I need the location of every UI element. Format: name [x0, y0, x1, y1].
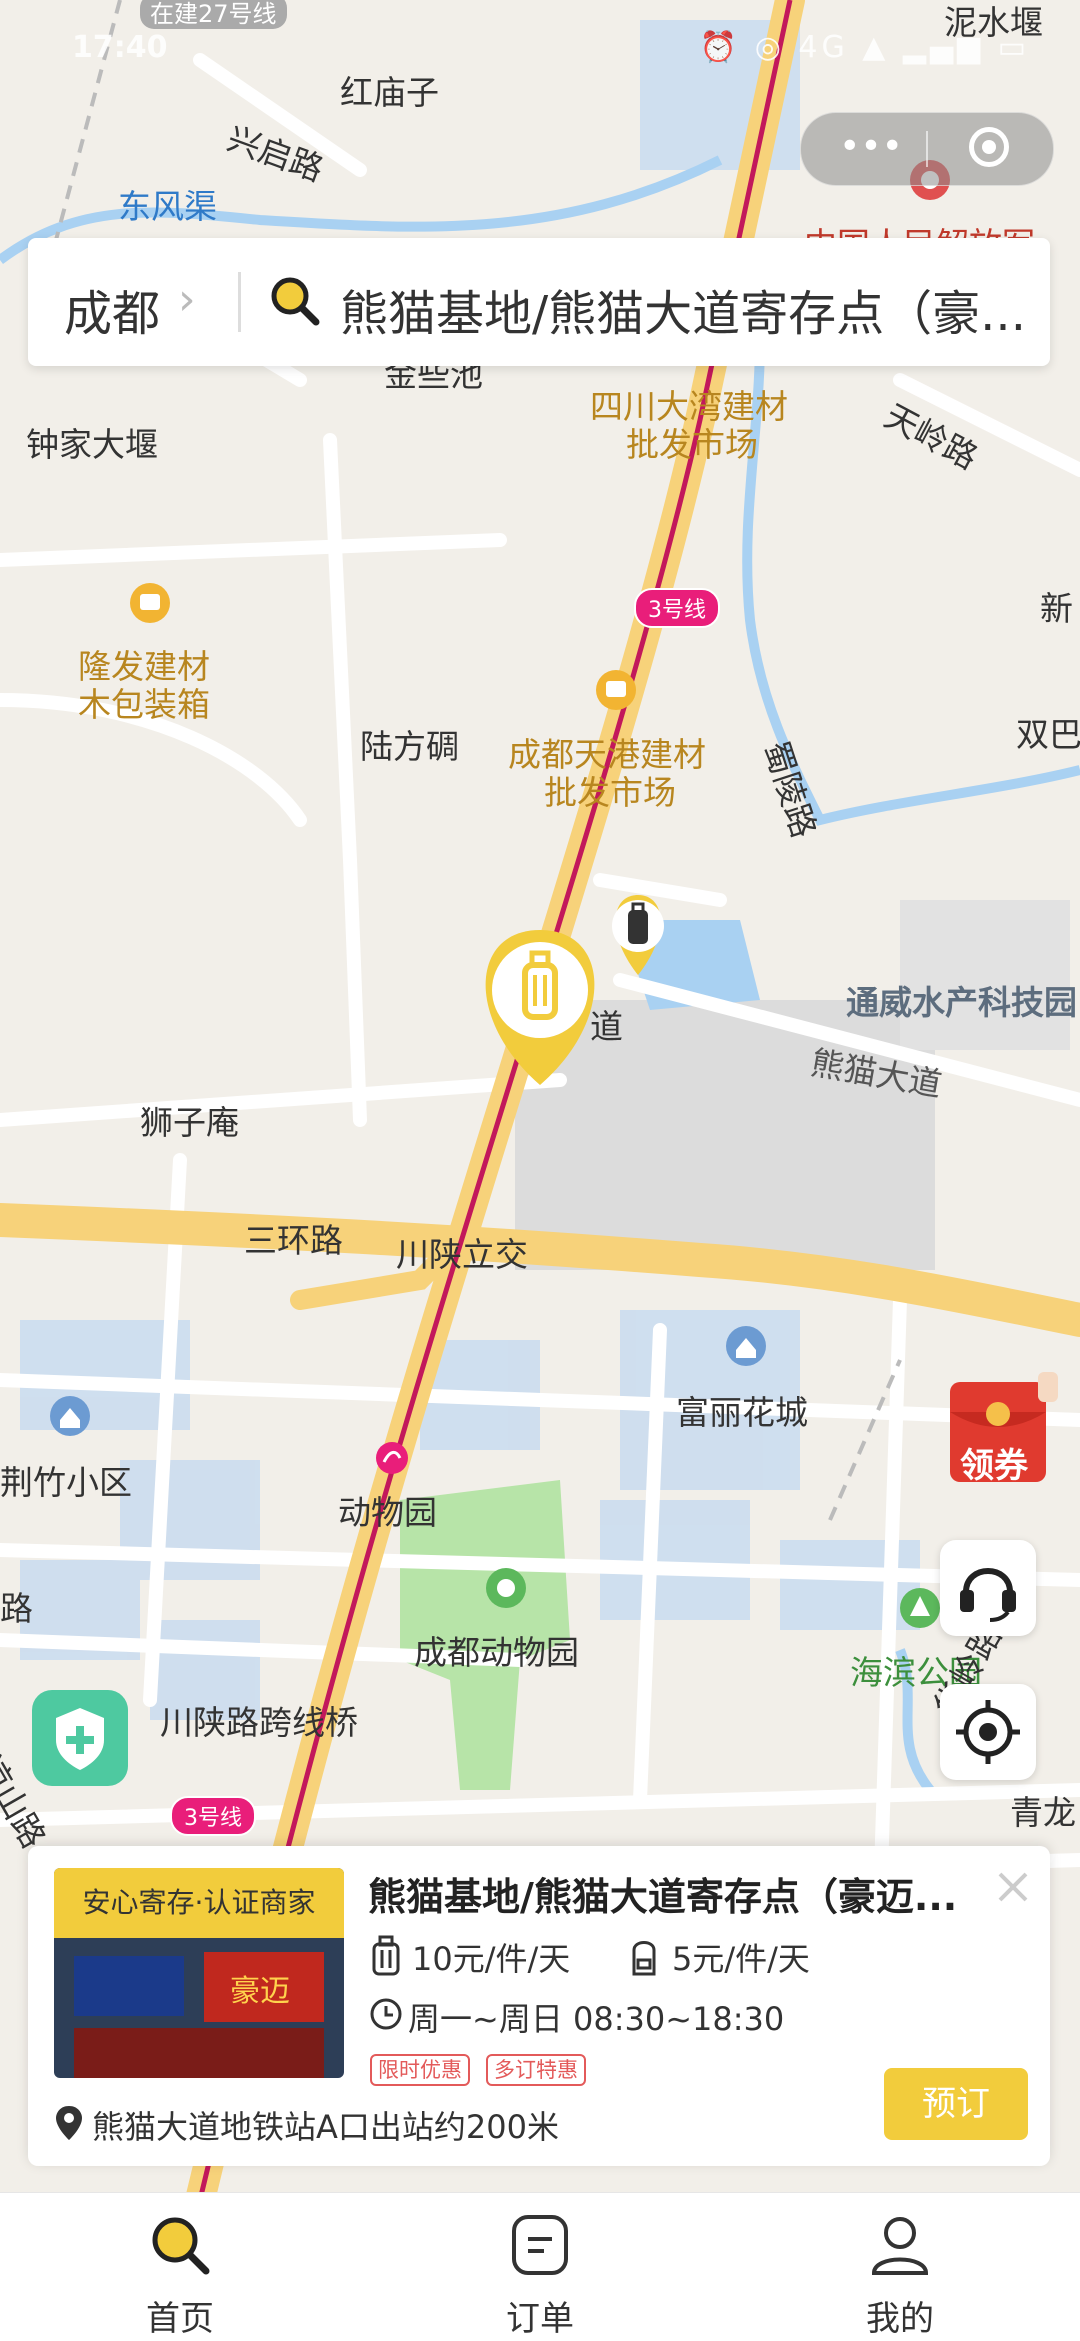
- map-label-fuli-huacheng: 富丽花城: [676, 1393, 808, 1432]
- city-selector[interactable]: 成都: [64, 274, 160, 344]
- tab-bar: 首页 订单 我的: [0, 2192, 1080, 2341]
- store-title: 熊猫基地/熊猫大道寄存点（豪迈...: [368, 1875, 958, 1919]
- map-label-dongfengqu: 东风渠: [118, 187, 217, 226]
- book-button[interactable]: 预订: [884, 2068, 1028, 2140]
- tab-profile[interactable]: 我的: [800, 2193, 1000, 2341]
- store-address: 熊猫大道地铁站A口出站约200米: [92, 2108, 559, 2146]
- metro-badge-line3: 3号线: [634, 588, 720, 628]
- backpack-icon: [632, 1941, 656, 1976]
- tab-orders[interactable]: 订单: [440, 2193, 640, 2341]
- price-small-bag: 5元/件/天: [672, 1940, 810, 1978]
- map-label-chengdu-zoo: 成都动物园: [414, 1633, 579, 1672]
- tab-home-label: 首页: [146, 2299, 214, 2339]
- clock-icon: [370, 1998, 402, 2030]
- map-label-daodao: 道: [590, 1007, 623, 1046]
- location-pin-icon: [56, 2106, 82, 2140]
- store-card[interactable]: 安心寄存·认证商家 豪迈 熊猫基地/熊猫大道寄存点（豪迈... 10元/件/天 …: [28, 1846, 1050, 2166]
- luggage-icon: [372, 1935, 400, 1976]
- map-label-sanhuanlu: 三环路: [244, 1221, 343, 1260]
- customer-service-button[interactable]: [940, 1540, 1036, 1636]
- status-bar: 17:40 ⏰ ◎ 4G ▲ ▂▄▆ ▭: [0, 0, 1080, 70]
- close-miniapp-button[interactable]: [969, 127, 1009, 167]
- search-input[interactable]: 熊猫基地/熊猫大道寄存点（豪...: [340, 274, 1040, 344]
- map-label-lu: 路: [0, 1589, 33, 1628]
- close-icon[interactable]: [988, 1862, 1038, 1912]
- crosshair-icon: [956, 1700, 1020, 1764]
- headset-icon: [960, 1568, 1016, 1622]
- map-label-xin: 新: [1040, 589, 1073, 628]
- map-label-jingzhu: 荆竹小区: [0, 1463, 132, 1502]
- promo-badge-limited: 限时优惠: [370, 2054, 470, 2086]
- search-divider: [238, 272, 241, 332]
- map-label-shiziyan: 狮子庵: [140, 1103, 239, 1142]
- shield-icon: [56, 1708, 104, 1770]
- business-hours: 周一~周日 08:30~18:30: [408, 2000, 785, 2038]
- chevron-right-icon[interactable]: ›: [178, 274, 196, 325]
- tab-profile-label: 我的: [866, 2299, 934, 2339]
- user-icon: [871, 2217, 929, 2275]
- locate-me-button[interactable]: [940, 1684, 1036, 1780]
- map-label-longfa-2: 木包装箱: [78, 685, 210, 724]
- search-bar: 成都 › 熊猫基地/熊猫大道寄存点（豪...: [28, 238, 1050, 366]
- shop-sign-right: 豪迈: [204, 1952, 324, 2022]
- search-icon[interactable]: [268, 274, 322, 328]
- price-large-luggage: 10元/件/天: [412, 1940, 571, 1978]
- map-label-tiangang-2: 批发市场: [544, 773, 676, 812]
- tab-home[interactable]: 首页: [80, 2193, 280, 2341]
- map-label-tongwei: 通威水产科技园: [846, 983, 1077, 1022]
- coupon-button[interactable]: 领券: [946, 1372, 1058, 1492]
- map-label-qinglong: 青龙: [1010, 1793, 1076, 1832]
- shop-sign-text: 豪迈: [230, 1974, 290, 2009]
- map-label-dongwuyuan: 动物园: [338, 1493, 437, 1532]
- search-icon: [152, 2217, 210, 2275]
- map-label-hongmiaozi: 红庙子: [340, 73, 439, 112]
- shop-door: [74, 2028, 324, 2078]
- map-label-shuangba: 双巴: [1016, 715, 1080, 754]
- tab-orders-label: 订单: [506, 2299, 574, 2339]
- coupon-label: 领券: [960, 1446, 1028, 1486]
- map-label-zhongjiadayan: 钟家大堰: [26, 425, 158, 464]
- certified-tag: 安心寄存·认证商家: [54, 1868, 344, 1938]
- map-label-chuanshan-lijiao: 川陕立交: [396, 1235, 528, 1274]
- safety-button[interactable]: [32, 1690, 128, 1786]
- capsule-divider: [926, 131, 928, 167]
- promo-badge-multi: 多订特惠: [486, 2054, 586, 2086]
- miniapp-capsule: •••: [800, 112, 1054, 186]
- map-label-lufangdiao: 陆方碉: [360, 727, 459, 766]
- store-photo: 安心寄存·认证商家 豪迈: [54, 1868, 344, 2078]
- map-label-chuanshan-bridge: 川陕路跨线桥: [160, 1703, 358, 1742]
- map-label-sichuan-dawan-2: 批发市场: [626, 425, 758, 464]
- status-time: 17:40: [72, 30, 168, 65]
- order-list-icon: [512, 2215, 568, 2275]
- more-menu-button[interactable]: •••: [831, 129, 911, 165]
- status-icons: ⏰ ◎ 4G ▲ ▂▄▆ ▭: [699, 30, 1030, 65]
- metro-badge-line3-bottom: 3号线: [170, 1796, 256, 1836]
- shop-sign-left: [74, 1956, 184, 2016]
